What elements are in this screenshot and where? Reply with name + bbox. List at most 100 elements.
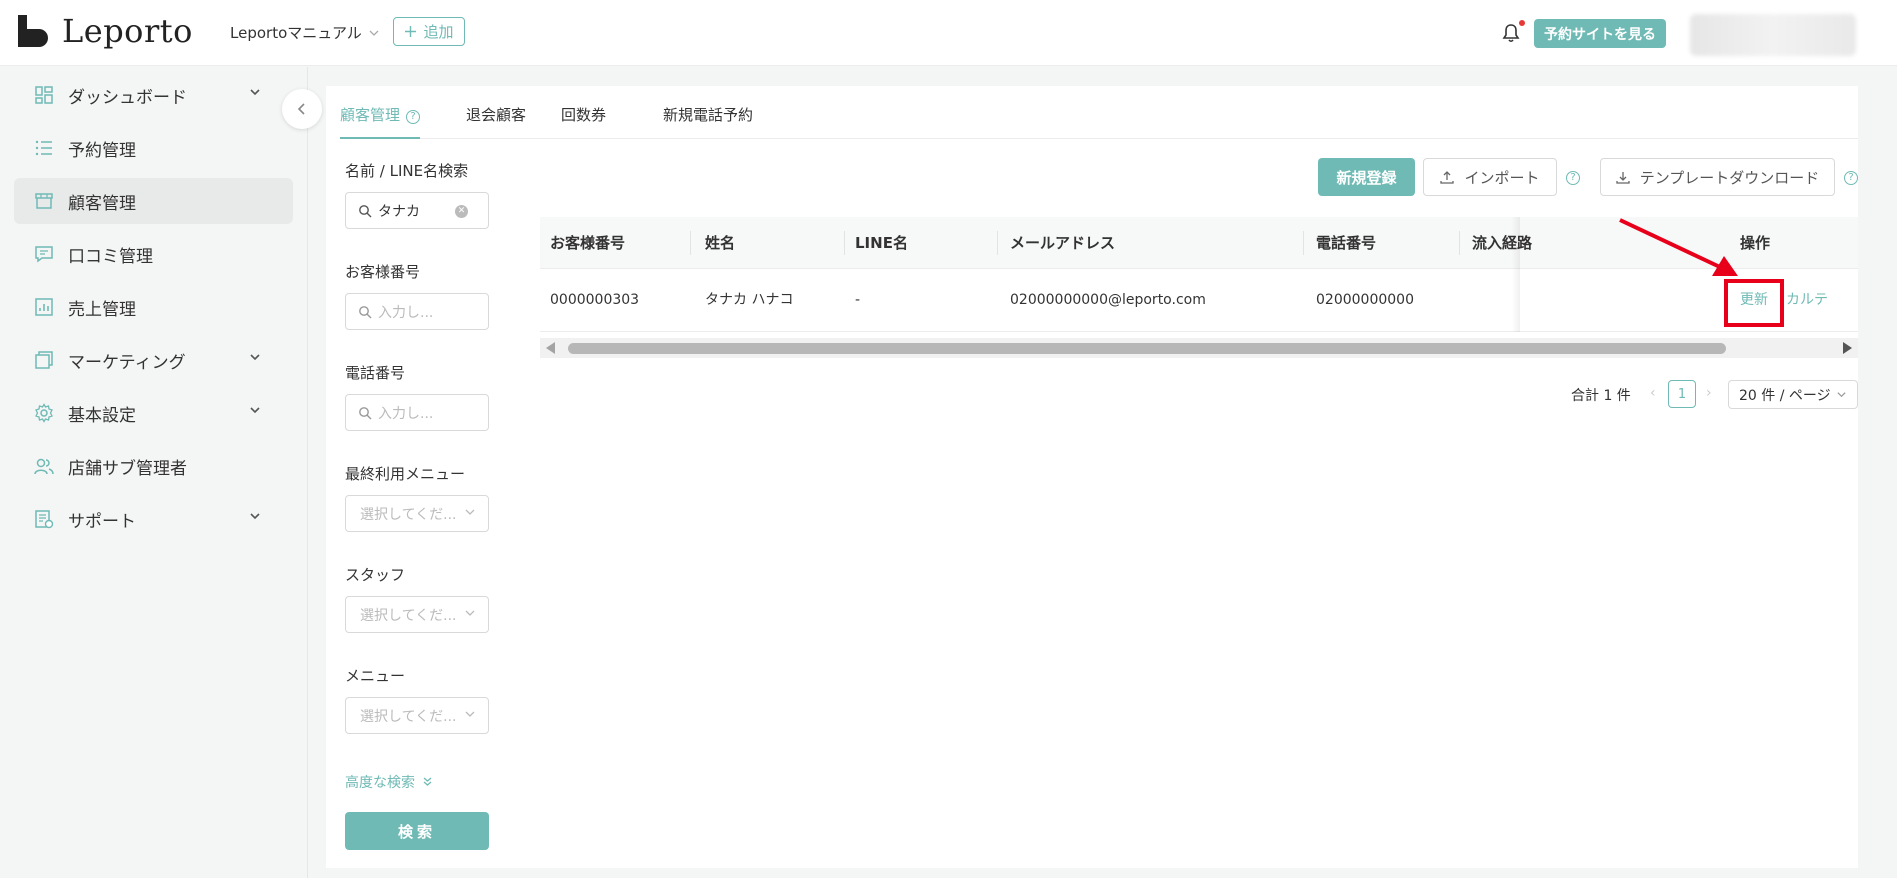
cell-email: 02000000000@leporto.com xyxy=(1010,292,1206,308)
sidebar: ダッシュボード 予約管理 顧客管理 口コミ管理 売上管理 マーケティング 基本設… xyxy=(0,67,308,878)
column-line-name: LINE名 xyxy=(855,234,908,252)
advanced-search-link[interactable]: 高度な検索 xyxy=(345,772,433,792)
staff-select[interactable]: 選択してくだ... xyxy=(345,596,489,633)
phone-input[interactable]: 入力し... xyxy=(345,394,489,431)
scroll-right-icon[interactable] xyxy=(1843,342,1852,354)
last-menu-select[interactable]: 選択してくだ... xyxy=(345,495,489,532)
menu-placeholder: 選択してくだ... xyxy=(360,708,457,725)
sidebar-item-customers[interactable]: 顧客管理 xyxy=(14,178,293,224)
scrollbar-thumb[interactable] xyxy=(568,343,1726,354)
sales-chart-icon xyxy=(35,298,53,316)
chevron-down-icon xyxy=(465,509,475,515)
sidebar-item-label: 基本設定 xyxy=(68,405,136,426)
marketing-icon xyxy=(35,351,53,369)
shop-name: Leportoマニュアル xyxy=(230,24,362,42)
menu-select[interactable]: 選択してくだ... xyxy=(345,697,489,734)
menu-label: メニュー xyxy=(345,667,406,685)
sidebar-item-dashboard[interactable]: ダッシュボード xyxy=(14,72,293,118)
logo-mark-icon xyxy=(18,15,48,47)
customer-number-label: お客様番号 xyxy=(345,263,421,281)
chevron-down-icon xyxy=(369,30,379,36)
sidebar-item-label: 口コミ管理 xyxy=(68,246,153,267)
horizontal-scrollbar[interactable] xyxy=(540,338,1858,358)
sidebar-item-reviews[interactable]: 口コミ管理 xyxy=(14,231,293,277)
chevron-down-icon xyxy=(465,610,475,616)
logo-text: Leporto xyxy=(62,12,193,50)
chevron-down-icon xyxy=(250,407,260,414)
double-chevron-down-icon xyxy=(424,777,432,786)
column-phone: 電話番号 xyxy=(1316,234,1377,252)
dashboard-icon xyxy=(35,86,53,104)
cell-phone: 02000000000 xyxy=(1316,292,1414,308)
view-booking-site-button[interactable]: 予約サイトを見る xyxy=(1534,19,1666,48)
sidebar-item-label: 顧客管理 xyxy=(68,193,136,214)
sidebar-item-sub-admins[interactable]: 店舗サブ管理者 xyxy=(14,443,293,489)
search-button[interactable]: 検索 xyxy=(345,812,489,850)
sidebar-item-marketing[interactable]: マーケティング xyxy=(14,337,293,383)
chevron-right-icon[interactable]: › xyxy=(1706,385,1712,401)
account-menu[interactable] xyxy=(1690,14,1856,56)
staff-placeholder: 選択してくだ... xyxy=(360,607,457,624)
import-button[interactable]: インポート xyxy=(1423,158,1557,196)
notification-dot xyxy=(1519,20,1525,26)
top-header: Leporto Leportoマニュアル 追加 予約サイトを見る xyxy=(0,0,1897,66)
sidebar-item-label: 店舗サブ管理者 xyxy=(68,458,187,479)
fixed-column-shadow xyxy=(1512,217,1520,332)
support-icon xyxy=(35,510,54,529)
scroll-left-icon[interactable] xyxy=(546,342,555,354)
sidebar-item-settings[interactable]: 基本設定 xyxy=(14,390,293,436)
tab-new-phone-reservation[interactable]: 新規電話予約 xyxy=(663,104,753,139)
new-customer-button[interactable]: 新規登録 xyxy=(1318,158,1415,196)
gear-icon xyxy=(35,403,53,423)
sidebar-item-sales[interactable]: 売上管理 xyxy=(14,284,293,330)
name-search-input[interactable]: タナカ ✕ xyxy=(345,192,489,229)
column-source: 流入経路 xyxy=(1472,234,1533,252)
cell-customer-number: 0000000303 xyxy=(550,292,640,308)
sidebar-collapse-button[interactable] xyxy=(282,89,322,129)
tab-customers[interactable]: 顧客管理? xyxy=(340,104,421,139)
column-email: メールアドレス xyxy=(1010,234,1116,252)
add-shop-label: 追加 xyxy=(423,23,454,41)
search-icon xyxy=(359,406,372,419)
sidebar-item-label: マーケティング xyxy=(68,352,186,373)
chevron-left-icon[interactable]: ‹ xyxy=(1650,385,1656,401)
sidebar-item-support[interactable]: サポート xyxy=(14,496,293,542)
chevron-down-icon xyxy=(250,513,260,520)
tab-withdrawn-customers[interactable]: 退会顧客 xyxy=(466,104,526,139)
store-icon xyxy=(35,193,53,209)
search-icon xyxy=(359,204,372,217)
customer-number-input[interactable]: 入力し... xyxy=(345,293,489,330)
highlight-box xyxy=(1724,279,1784,327)
leporto-logo[interactable]: Leporto xyxy=(18,14,193,48)
last-menu-label: 最終利用メニュー xyxy=(345,465,466,483)
plus-icon xyxy=(405,26,417,37)
clear-icon[interactable]: ✕ xyxy=(455,205,468,218)
chevron-down-icon xyxy=(1837,392,1846,398)
help-icon[interactable]: ? xyxy=(1844,171,1858,185)
shop-selector[interactable]: Leportoマニュアル xyxy=(230,22,380,43)
add-shop-button[interactable]: 追加 xyxy=(393,17,465,46)
name-search-value: タナカ xyxy=(378,203,420,220)
main-panel: 顧客管理? 退会顧客 回数券 新規電話予約 名前 / LINE名検索 タナカ ✕… xyxy=(326,86,1858,868)
name-search-label: 名前 / LINE名検索 xyxy=(345,162,469,180)
annotation-arrow xyxy=(1619,218,1738,276)
tab-bar: 顧客管理? 退会顧客 回数券 新規電話予約 xyxy=(340,86,1858,139)
staff-label: スタッフ xyxy=(345,566,406,584)
sidebar-item-label: サポート xyxy=(68,511,136,532)
page-button-1[interactable]: 1 xyxy=(1668,380,1696,408)
sidebar-item-reservations[interactable]: 予約管理 xyxy=(14,125,293,171)
chevron-down-icon xyxy=(250,89,260,96)
cell-name: タナカ ハナコ xyxy=(705,292,794,308)
tab-label: 顧客管理 xyxy=(340,106,401,124)
phone-label: 電話番号 xyxy=(345,364,406,382)
help-icon[interactable]: ? xyxy=(406,110,421,124)
download-icon xyxy=(1616,172,1630,184)
import-label: インポート xyxy=(1464,168,1540,187)
help-icon[interactable]: ? xyxy=(1566,171,1580,185)
tab-coupon-tickets[interactable]: 回数券 xyxy=(561,104,606,139)
template-download-button[interactable]: テンプレートダウンロード xyxy=(1600,158,1835,196)
karte-link[interactable]: カルテ xyxy=(1786,269,1828,332)
notification-bell-icon[interactable] xyxy=(1500,22,1522,44)
template-download-label: テンプレートダウンロード xyxy=(1639,168,1820,187)
page-size-select[interactable]: 20 件 / ページ xyxy=(1728,380,1858,409)
